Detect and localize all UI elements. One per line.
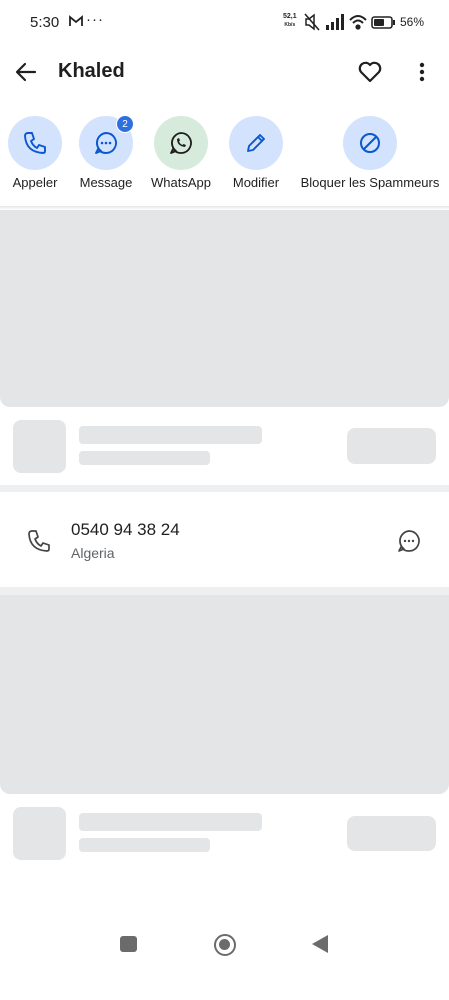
message-label: Message: [79, 175, 133, 190]
loading-placeholder-thumb: [13, 807, 66, 860]
phone-number: 0540 94 38 24: [71, 520, 180, 539]
recents-icon[interactable]: [120, 936, 137, 952]
app-bar: Khaled: [0, 44, 449, 100]
edit-action[interactable]: Modifier: [224, 116, 288, 190]
loading-placeholder-line: [79, 838, 210, 852]
signal-icon: [326, 14, 344, 30]
home-icon[interactable]: [214, 934, 236, 956]
message-action[interactable]: 2 Message: [74, 115, 138, 190]
message-button[interactable]: 2: [79, 115, 134, 170]
call-label: Appeler: [12, 175, 58, 190]
loading-placeholder-thumb: [13, 420, 66, 473]
whatsapp-label: WhatsApp: [151, 175, 211, 190]
pencil-icon: [247, 134, 265, 152]
back-arrow-icon[interactable]: [12, 58, 40, 86]
nav-back-icon[interactable]: [312, 935, 328, 953]
loading-placeholder-button: [347, 816, 436, 851]
more-vert-icon[interactable]: [410, 58, 434, 86]
quick-actions: Appeler 2 Message WhatsApp Modifier Bloq…: [0, 115, 449, 208]
system-nav-bar: [0, 926, 449, 982]
heart-icon[interactable]: [356, 58, 384, 86]
block-action[interactable]: Bloquer les Spammeurs: [298, 116, 442, 190]
section-divider: [0, 587, 449, 595]
contact-name: Khaled: [58, 60, 125, 82]
battery-percent: 56%: [400, 15, 425, 29]
loading-placeholder-line: [79, 813, 262, 831]
block-icon: [360, 133, 380, 153]
whatsapp-icon: [170, 132, 192, 154]
edit-button[interactable]: [229, 116, 283, 170]
battery-icon: [371, 16, 395, 29]
chat-icon[interactable]: [396, 528, 422, 554]
net-speed-value: 52,1: [283, 13, 297, 20]
phone-icon: [28, 530, 50, 552]
whatsapp-action[interactable]: WhatsApp: [146, 116, 216, 190]
phone-icon: [24, 132, 46, 154]
wifi-icon: [349, 15, 367, 30]
net-speed: 52,1 Kb/s: [283, 13, 297, 29]
unread-badge: 2: [116, 115, 134, 133]
loading-placeholder-line: [79, 451, 210, 465]
phone-number-row[interactable]: 0540 94 38 24 Algeria: [0, 492, 449, 588]
loading-placeholder-line: [79, 426, 262, 444]
call-action[interactable]: Appeler: [3, 116, 67, 190]
status-time: 5:30: [30, 14, 60, 31]
chat-icon: [95, 132, 117, 154]
loading-placeholder-banner: [0, 210, 449, 407]
net-speed-unit: Kb/s: [284, 22, 296, 28]
status-bar: 5:30 ··· 52,1 Kb/s 56%: [0, 0, 449, 44]
mute-icon: [304, 13, 320, 31]
loading-placeholder-button: [347, 428, 436, 464]
call-button[interactable]: [8, 116, 62, 170]
whatsapp-button[interactable]: [154, 116, 208, 170]
block-label: Bloquer les Spammeurs: [300, 175, 440, 190]
phone-country: Algeria: [71, 545, 115, 561]
edit-label: Modifier: [232, 175, 280, 190]
status-overflow: ···: [86, 11, 104, 28]
block-button[interactable]: [343, 116, 397, 170]
gmail-icon: [69, 15, 83, 26]
loading-placeholder-banner: [0, 595, 449, 794]
status-icons: [304, 13, 395, 31]
